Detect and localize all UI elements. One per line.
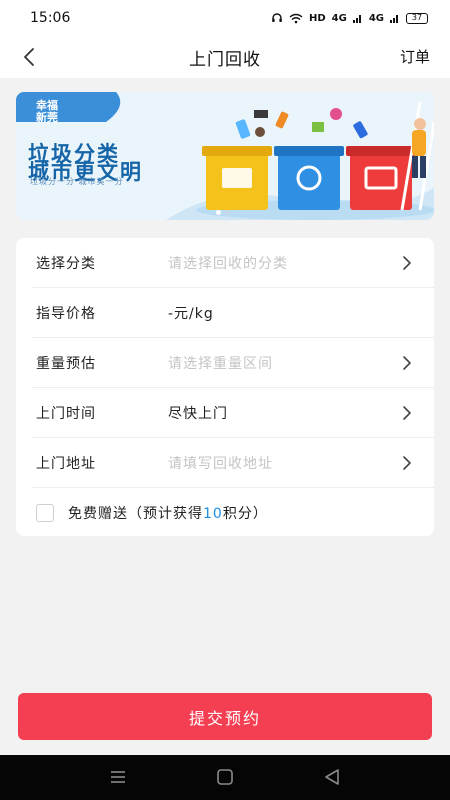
wifi-icon bbox=[289, 13, 303, 23]
signal-icon bbox=[390, 15, 398, 23]
nav-bar: 上门回收 订单 bbox=[0, 36, 450, 78]
free-gift-text-prefix: 免费赠送（预计获得 bbox=[68, 506, 203, 522]
row-label: 指导价格 bbox=[36, 306, 96, 322]
row-time[interactable]: 上门时间 尽快上门 bbox=[16, 388, 434, 438]
row-label: 选择分类 bbox=[36, 256, 96, 272]
address-input[interactable]: 请填写回收地址 bbox=[168, 453, 273, 473]
weight-select[interactable]: 请选择重量区间 bbox=[168, 353, 273, 373]
free-gift-checkbox[interactable] bbox=[36, 504, 54, 522]
row-label: 上门地址 bbox=[36, 456, 96, 472]
chevron-right-icon bbox=[403, 456, 411, 470]
banner-subtitle: 垃圾分一分 城市美一分 bbox=[30, 177, 124, 186]
points-value: 10 bbox=[203, 506, 223, 522]
submit-button[interactable]: 提交预约 bbox=[18, 693, 432, 740]
orders-link[interactable]: 订单 bbox=[400, 46, 430, 67]
banner-tag-line2: 新莞 bbox=[36, 111, 58, 124]
carousel-dots bbox=[216, 210, 230, 215]
battery-icon: 37 bbox=[406, 12, 428, 24]
row-weight[interactable]: 重量预估 请选择重量区间 bbox=[16, 338, 434, 388]
row-address[interactable]: 上门地址 请填写回收地址 bbox=[16, 438, 434, 488]
row-category[interactable]: 选择分类 请选择回收的分类 bbox=[16, 238, 434, 288]
category-select[interactable]: 请选择回收的分类 bbox=[168, 253, 288, 273]
free-gift-text: 免费赠送（预计获得10积分） bbox=[68, 503, 268, 523]
free-gift-row: 免费赠送（预计获得10积分） bbox=[16, 488, 434, 536]
status-time: 15:06 bbox=[30, 10, 71, 26]
chevron-right-icon bbox=[403, 356, 411, 370]
banner-tag: 幸福 新莞 bbox=[36, 100, 104, 124]
chevron-right-icon bbox=[403, 406, 411, 420]
home-icon[interactable] bbox=[212, 765, 238, 789]
chevron-left-icon bbox=[24, 48, 34, 66]
recycle-form: 选择分类 请选择回收的分类 指导价格 -元/kg 重量预估 请选择重量区间 上门… bbox=[16, 238, 434, 536]
page-title: 上门回收 bbox=[189, 49, 261, 70]
menu-icon[interactable] bbox=[105, 765, 131, 789]
row-price: 指导价格 -元/kg bbox=[16, 288, 434, 338]
free-gift-text-suffix: 积分） bbox=[222, 506, 268, 522]
signal-icon bbox=[352, 15, 361, 23]
carousel-dot[interactable] bbox=[216, 210, 221, 215]
back-triangle-icon[interactable] bbox=[319, 765, 345, 789]
price-value: -元/kg bbox=[168, 306, 214, 322]
headset-icon bbox=[272, 13, 282, 22]
signal-label-2: 4G bbox=[368, 12, 384, 24]
chevron-right-icon bbox=[403, 256, 411, 270]
row-label: 上门时间 bbox=[36, 406, 96, 422]
system-nav-bar bbox=[0, 755, 450, 800]
time-select[interactable]: 尽快上门 bbox=[168, 403, 228, 423]
carousel-dot[interactable] bbox=[225, 210, 230, 215]
hd-label: HD bbox=[308, 12, 326, 24]
status-bar: 15:06 HD 4G 4G 37 bbox=[0, 0, 450, 36]
promo-banner[interactable]: 幸福 新莞 垃圾分类 城市更文明 垃圾分一分 城市美一分 bbox=[16, 92, 434, 220]
signal-label-1: 4G bbox=[331, 12, 347, 24]
status-icons: HD 4G 4G 37 bbox=[271, 12, 428, 24]
row-label: 重量预估 bbox=[36, 356, 96, 372]
back-button[interactable] bbox=[16, 44, 42, 70]
